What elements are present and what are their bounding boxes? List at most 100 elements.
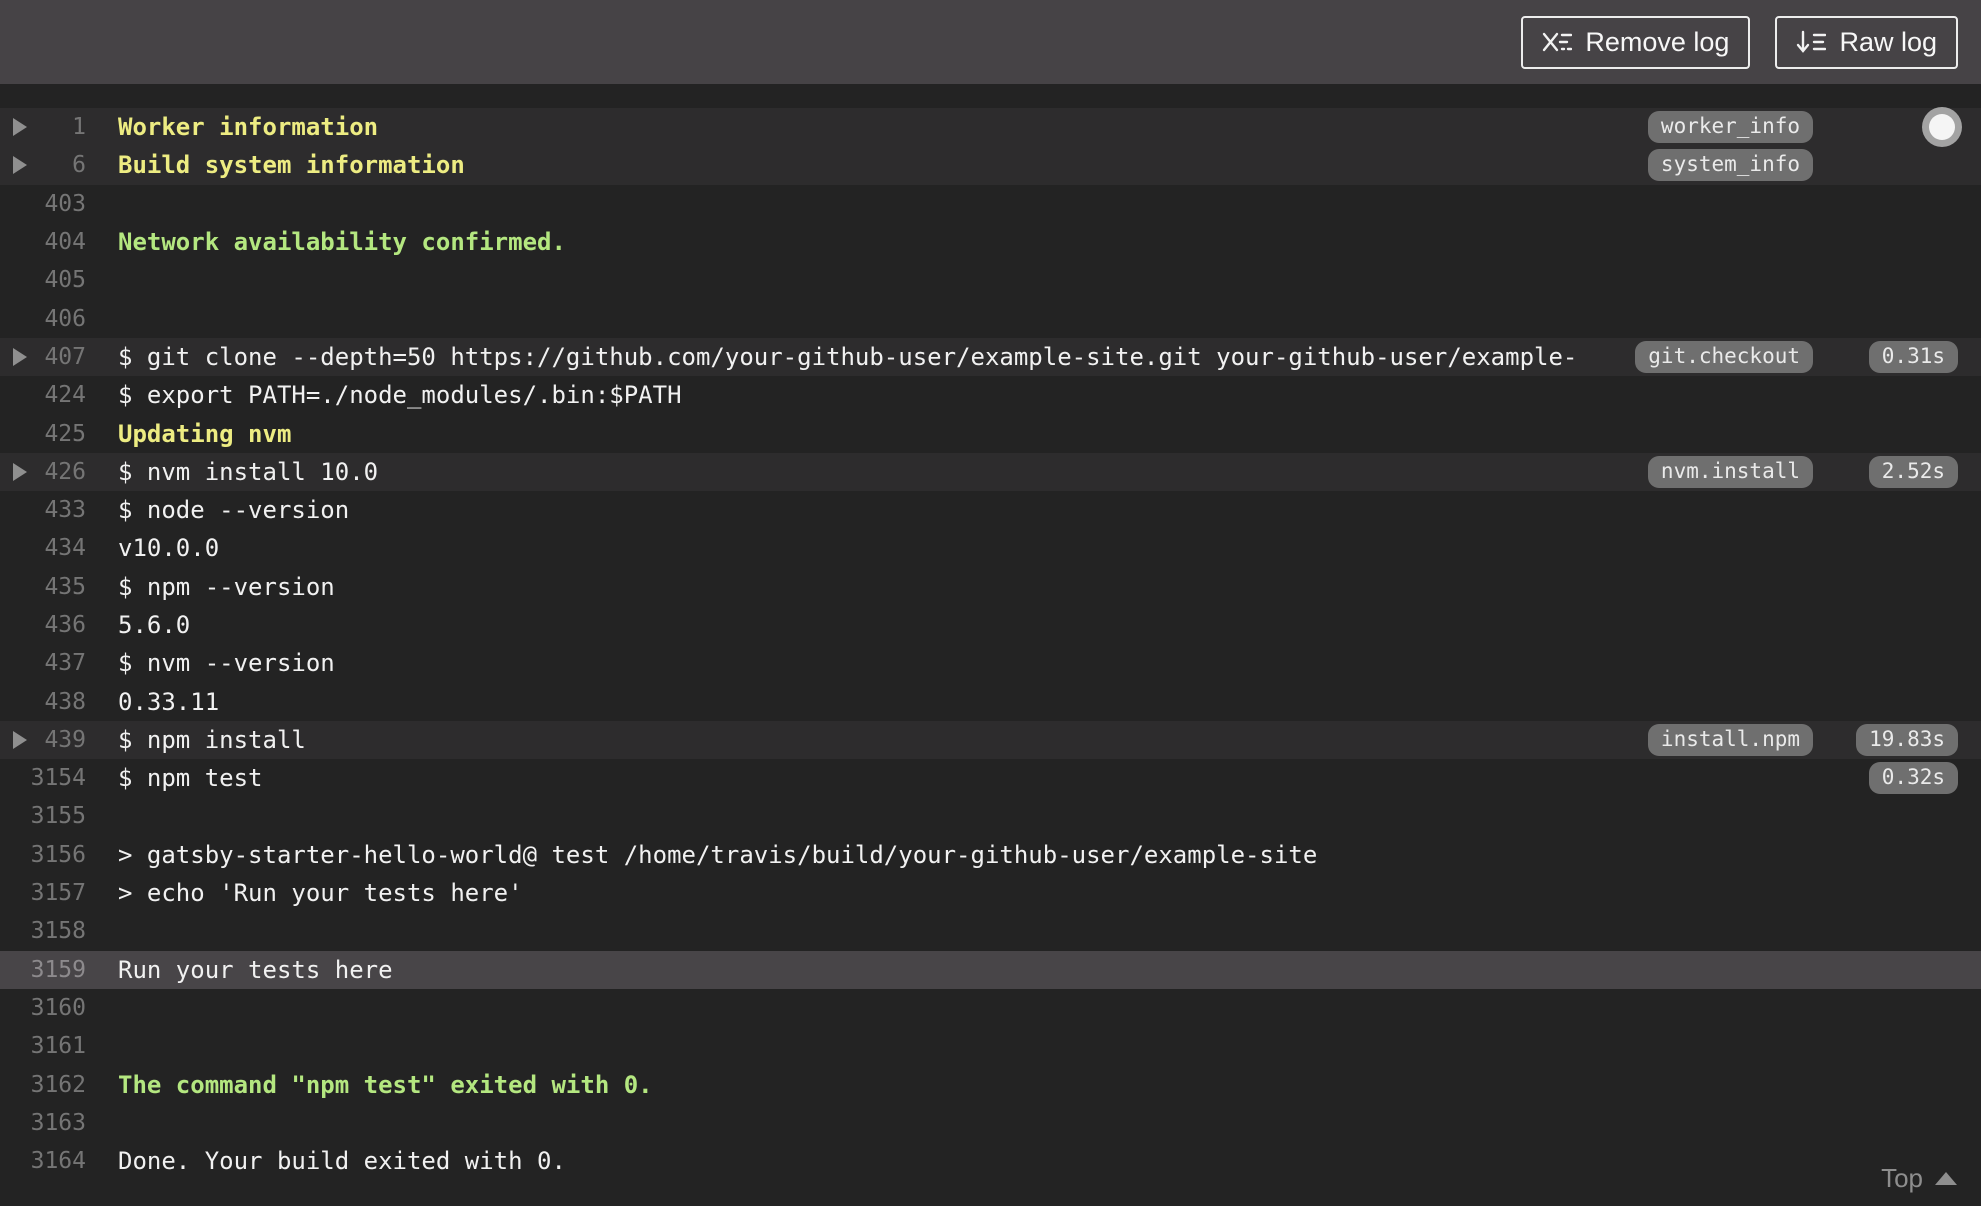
line-number[interactable]: 3158 — [30, 918, 86, 944]
log-text: 5.6.0 — [118, 611, 191, 639]
scrollbar-thumb[interactable] — [1922, 107, 1962, 147]
line-number[interactable]: 405 — [30, 267, 86, 293]
log-row: 433 $ node --version — [0, 491, 1981, 529]
log-text: > gatsby-starter-hello-world@ test /home… — [118, 840, 1318, 869]
fold-tag-badge: nvm.install — [1647, 455, 1813, 488]
log-row: 405 — [0, 261, 1981, 299]
line-number[interactable]: 425 — [30, 421, 86, 447]
log-text: $ git clone --depth=50 https://github.co… — [118, 342, 1578, 371]
duration-badge: 0.31s — [1868, 340, 1958, 373]
line-number[interactable]: 3160 — [30, 995, 86, 1021]
line-number[interactable]: 6 — [30, 152, 86, 178]
log-row: 424 $ export PATH=./node_modules/.bin:$PA… — [0, 376, 1981, 414]
line-number[interactable]: 436 — [30, 612, 86, 638]
log-toolbar: Remove log Raw log — [0, 0, 1981, 84]
log-row: 3156 > gatsby-starter-hello-world@ test /… — [0, 836, 1981, 874]
line-number[interactable]: 403 — [30, 191, 86, 217]
log-row: 3160 — [0, 989, 1981, 1027]
log-text: Worker information — [118, 113, 379, 142]
build-log-screen: Remove log Raw log 1 Worker information wo… — [0, 0, 1981, 1206]
line-number[interactable]: 439 — [30, 727, 86, 753]
log-row: 3164 Done. Your build exited with 0. — [0, 1142, 1981, 1180]
log-text: 0.33.11 — [118, 687, 220, 716]
fold-arrow-icon[interactable] — [13, 118, 27, 137]
log-row[interactable]: 6 Build system information system_info — [0, 146, 1981, 185]
log-text: Build system information — [118, 151, 465, 180]
line-number[interactable]: 438 — [30, 689, 86, 715]
fold-tag-badge: install.npm — [1647, 723, 1813, 756]
line-number[interactable]: 434 — [30, 535, 86, 561]
log-row: 434 v10.0.0 — [0, 529, 1981, 567]
log-rows: 1 Worker information worker_info 6 Build sys… — [0, 84, 1981, 1180]
duration-badge: 19.83s — [1856, 723, 1958, 756]
line-number[interactable]: 426 — [30, 459, 86, 485]
fold-tag-badge: system_info — [1647, 149, 1813, 182]
raw-log-button[interactable]: Raw log — [1775, 15, 1958, 69]
log-text: Run your tests here — [118, 955, 393, 984]
log-row: 3154 $ npm test 0.32s — [0, 759, 1981, 797]
line-number[interactable]: 407 — [30, 344, 86, 370]
line-number[interactable]: 437 — [30, 650, 86, 676]
log-text: $ nvm --version — [118, 649, 335, 678]
log-text: Done. Your build exited with 0. — [118, 1147, 566, 1176]
line-number[interactable]: 3159 — [30, 957, 86, 983]
top-link-label: Top — [1881, 1163, 1923, 1193]
line-number[interactable]: 3154 — [30, 765, 86, 791]
line-number[interactable]: 3163 — [30, 1110, 86, 1136]
log-row[interactable]: 439 $ npm install install.npm 19.83s — [0, 720, 1981, 760]
line-number[interactable]: 3164 — [30, 1148, 86, 1174]
fold-tag-badge: worker_info — [1647, 111, 1813, 144]
log-row: 403 — [0, 185, 1981, 223]
log-text: Network availability confirmed. — [118, 228, 566, 257]
log-text: > echo 'Run your tests here' — [118, 879, 523, 908]
line-number[interactable]: 3161 — [30, 1033, 86, 1059]
log-row: 3157 > echo 'Run your tests here' — [0, 874, 1981, 912]
log-text: $ npm test — [118, 764, 263, 793]
remove-log-button[interactable]: Remove log — [1521, 15, 1751, 69]
log-text: $ npm install — [118, 725, 306, 754]
fold-tag-badge: git.checkout — [1635, 340, 1813, 373]
log-row[interactable]: 1 Worker information worker_info — [0, 108, 1981, 147]
log-row: 3161 — [0, 1027, 1981, 1065]
duration-badge: 2.52s — [1868, 455, 1958, 488]
log-text: $ nvm install 10.0 — [118, 457, 379, 486]
log-row[interactable]: 407 $ git clone --depth=50 https://github… — [0, 337, 1981, 377]
log-pane: 1 Worker information worker_info 6 Build sys… — [0, 84, 1981, 1206]
log-row: 406 — [0, 299, 1981, 337]
log-text: $ npm --version — [118, 572, 335, 601]
line-number[interactable]: 433 — [30, 497, 86, 523]
line-number[interactable]: 406 — [30, 306, 86, 332]
scroll-to-top-link[interactable]: Top — [1881, 1163, 1957, 1194]
log-row: 3158 — [0, 912, 1981, 950]
log-text: The command "npm test" exited with 0. — [118, 1070, 653, 1099]
log-row: 3159 Run your tests here — [0, 950, 1981, 989]
log-row: 438 0.33.11 — [0, 682, 1981, 720]
duration-badge: 0.32s — [1868, 762, 1958, 795]
log-row: 425 Updating nvm — [0, 414, 1981, 452]
log-text: v10.0.0 — [118, 534, 220, 563]
line-number[interactable]: 3156 — [30, 842, 86, 868]
log-row: 435 $ npm --version — [0, 568, 1981, 606]
line-number[interactable]: 3155 — [30, 803, 86, 829]
raw-log-icon — [1796, 29, 1827, 55]
line-number[interactable]: 404 — [30, 229, 86, 255]
log-row: 3162 The command "npm test" exited with 0… — [0, 1065, 1981, 1103]
line-number[interactable]: 1 — [30, 114, 86, 140]
fold-arrow-icon[interactable] — [13, 730, 27, 749]
log-text: $ export PATH=./node_modules/.bin:$PATH — [118, 381, 682, 410]
remove-log-icon — [1542, 29, 1573, 55]
log-row: 3163 — [0, 1104, 1981, 1142]
fold-arrow-icon[interactable] — [13, 347, 27, 366]
remove-log-label: Remove log — [1585, 26, 1730, 57]
fold-arrow-icon[interactable] — [13, 462, 27, 481]
line-number[interactable]: 3162 — [30, 1072, 86, 1098]
log-row: 404 Network availability confirmed. — [0, 223, 1981, 261]
log-row[interactable]: 426 $ nvm install 10.0 nvm.install 2.52s — [0, 452, 1981, 491]
line-number[interactable]: 435 — [30, 574, 86, 600]
log-text: $ node --version — [118, 496, 350, 525]
raw-log-label: Raw log — [1839, 26, 1937, 57]
caret-up-icon — [1935, 1172, 1957, 1185]
line-number[interactable]: 424 — [30, 382, 86, 408]
fold-arrow-icon[interactable] — [13, 156, 27, 175]
line-number[interactable]: 3157 — [30, 880, 86, 906]
